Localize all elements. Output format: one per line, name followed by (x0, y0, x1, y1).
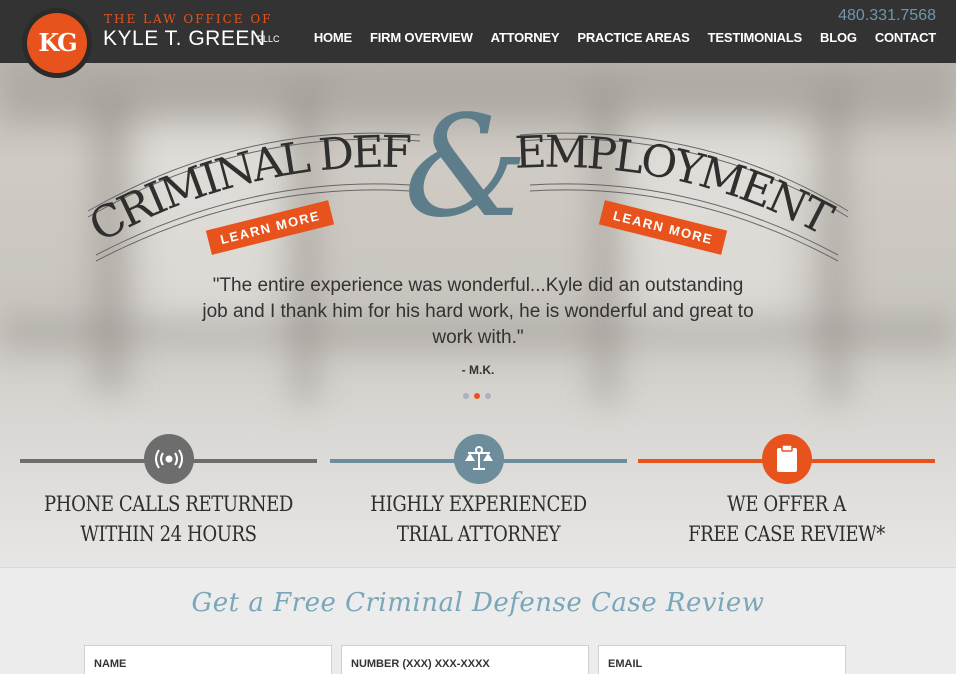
slider-dot[interactable] (463, 393, 469, 399)
nav-testimonials[interactable]: TESTIMONIALS (708, 30, 803, 45)
email-field-label: EMAIL (608, 658, 643, 670)
number-field-label: NUMBER (XXX) XXX-XXXX (351, 658, 490, 670)
feature-line: WE OFFER A (727, 492, 846, 516)
name-field-label: NAME (94, 658, 127, 670)
features-row: PHONE CALLS RETURNED WITHIN 24 HOURS HIG… (0, 433, 956, 567)
hero-headline: CRIMINAL DEFENSE EMPLOYMENT LAW & (0, 63, 852, 262)
feature-line: FREE CASE REVIEW* (688, 522, 885, 546)
nav-contact[interactable]: CONTACT (875, 30, 936, 45)
scales-icon (454, 434, 504, 484)
testimonial-author: - M.K. (461, 363, 495, 377)
brand-tagline: THE LAW OFFICE OF (104, 12, 273, 26)
main-nav: HOME FIRM OVERVIEW ATTORNEY PRACTICE ARE… (314, 30, 936, 45)
brand-name[interactable]: KYLE T. GREEN (103, 27, 266, 51)
feature-line: WITHIN 24 HOURS (80, 522, 257, 546)
feature-text: WE OFFER A FREE CASE REVIEW* (659, 489, 914, 549)
criminal-defense-title[interactable]: CRIMINAL DEFENSE (0, 63, 414, 252)
form-title: Get a Free Criminal Defense Case Review (191, 588, 765, 618)
case-review-form: Get a Free Criminal Defense Case Review … (0, 567, 956, 674)
feature-free-case-review: WE OFFER A FREE CASE REVIEW* (638, 433, 935, 567)
phone-number[interactable]: 480.331.7568 (838, 7, 936, 25)
nav-firm-overview[interactable]: FIRM OVERVIEW (370, 30, 473, 45)
site-header: THE LAW OFFICE OF KYLE T. GREEN PLLC 480… (0, 0, 956, 63)
phone-signal-icon (144, 434, 194, 484)
nav-blog[interactable]: BLOG (820, 30, 857, 45)
feature-line: PHONE CALLS RETURNED (44, 492, 293, 516)
ampersand: & (404, 86, 529, 249)
feature-text: HIGHLY EXPERIENCED TRIAL ATTORNEY (351, 489, 606, 549)
nav-practice-areas[interactable]: PRACTICE AREAS (577, 30, 689, 45)
feature-trial-attorney: HIGHLY EXPERIENCED TRIAL ATTORNEY (330, 433, 627, 567)
feature-text: PHONE CALLS RETURNED WITHIN 24 HOURS (41, 489, 296, 549)
name-field[interactable]: NAME (84, 645, 332, 674)
testimonial-quote: "The entire experience was wonderful...K… (202, 275, 754, 348)
feature-phone-calls: PHONE CALLS RETURNED WITHIN 24 HOURS (20, 433, 317, 567)
nav-home[interactable]: HOME (314, 30, 352, 45)
slider-dots (463, 393, 491, 399)
email-field[interactable]: EMAIL (598, 645, 846, 674)
logo[interactable]: KG (22, 8, 92, 78)
svg-text:CRIMINAL DEFENSE: CRIMINAL DEFENSE (0, 63, 411, 252)
logo-monogram: KG (27, 13, 87, 73)
feature-line: TRIAL ATTORNEY (396, 522, 561, 546)
feature-line: HIGHLY EXPERIENCED (370, 492, 587, 516)
brand-suffix: PLLC (257, 34, 280, 44)
slider-dot-active[interactable] (474, 393, 480, 399)
slider-dot[interactable] (485, 393, 491, 399)
nav-attorney[interactable]: ATTORNEY (491, 30, 560, 45)
number-field[interactable]: NUMBER (XXX) XXX-XXXX (341, 645, 589, 674)
clipboard-icon (762, 434, 812, 484)
